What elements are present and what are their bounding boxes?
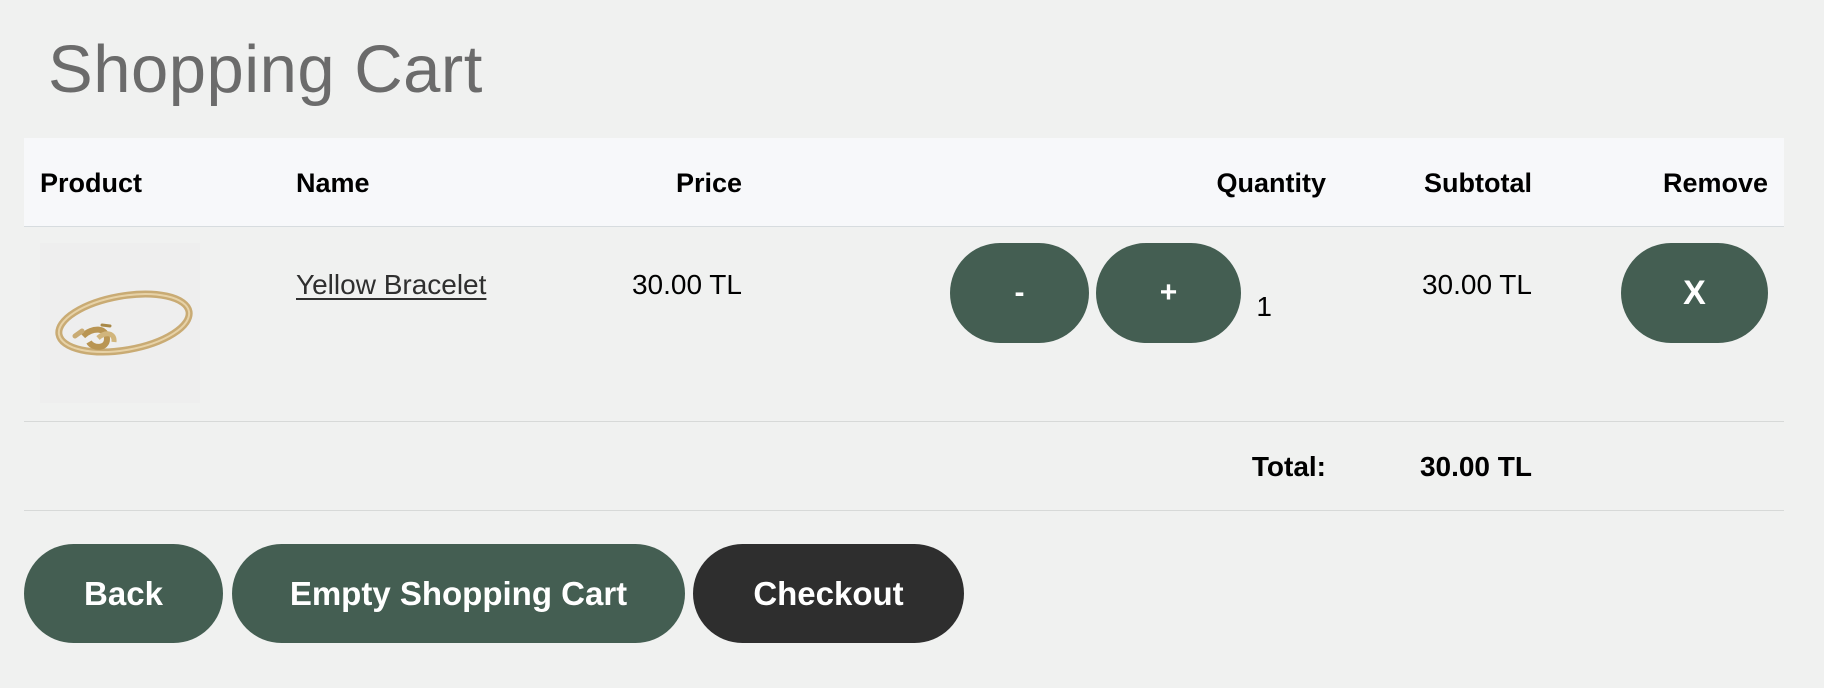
page-title: Shopping Cart — [48, 32, 483, 107]
header-subtotal: Subtotal — [1424, 168, 1532, 198]
cart-item-row: Yellow Bracelet 30.00 TL - + 1 30.00 TL … — [24, 227, 1784, 422]
header-product: Product — [40, 168, 143, 198]
remove-item-button[interactable]: X — [1621, 243, 1768, 343]
decrease-quantity-button[interactable]: - — [950, 243, 1089, 343]
header-name: Name — [296, 168, 370, 198]
header-quantity: Quantity — [1216, 168, 1326, 198]
cart-table: Product Name Price Quantity Subtotal Rem… — [24, 138, 1784, 511]
cart-actions: Back Empty Shopping Cart Checkout — [24, 544, 1024, 643]
header-remove: Remove — [1662, 168, 1768, 198]
increase-quantity-button[interactable]: + — [1096, 243, 1241, 343]
product-price: 30.00 TL — [631, 269, 742, 300]
empty-cart-button[interactable]: Empty Shopping Cart — [232, 544, 685, 643]
product-image — [40, 243, 200, 403]
total-value: 30.00 TL — [1419, 451, 1532, 482]
bracelet-icon — [55, 290, 193, 356]
product-subtotal: 30.00 TL — [1421, 269, 1532, 300]
total-label: Total: — [1251, 451, 1326, 482]
quantity-value: 1 — [1256, 291, 1272, 322]
product-name-link[interactable]: Yellow Bracelet — [296, 268, 486, 302]
table-header: Product Name Price Quantity Subtotal Rem… — [24, 138, 1784, 227]
back-button[interactable]: Back — [24, 544, 223, 643]
header-price: Price — [675, 168, 742, 198]
cart-total-row: Total: 30.00 TL — [24, 422, 1784, 511]
shopping-cart-page: Shopping Cart Product Name Price Quantit… — [0, 0, 1824, 688]
checkout-button[interactable]: Checkout — [693, 544, 964, 643]
